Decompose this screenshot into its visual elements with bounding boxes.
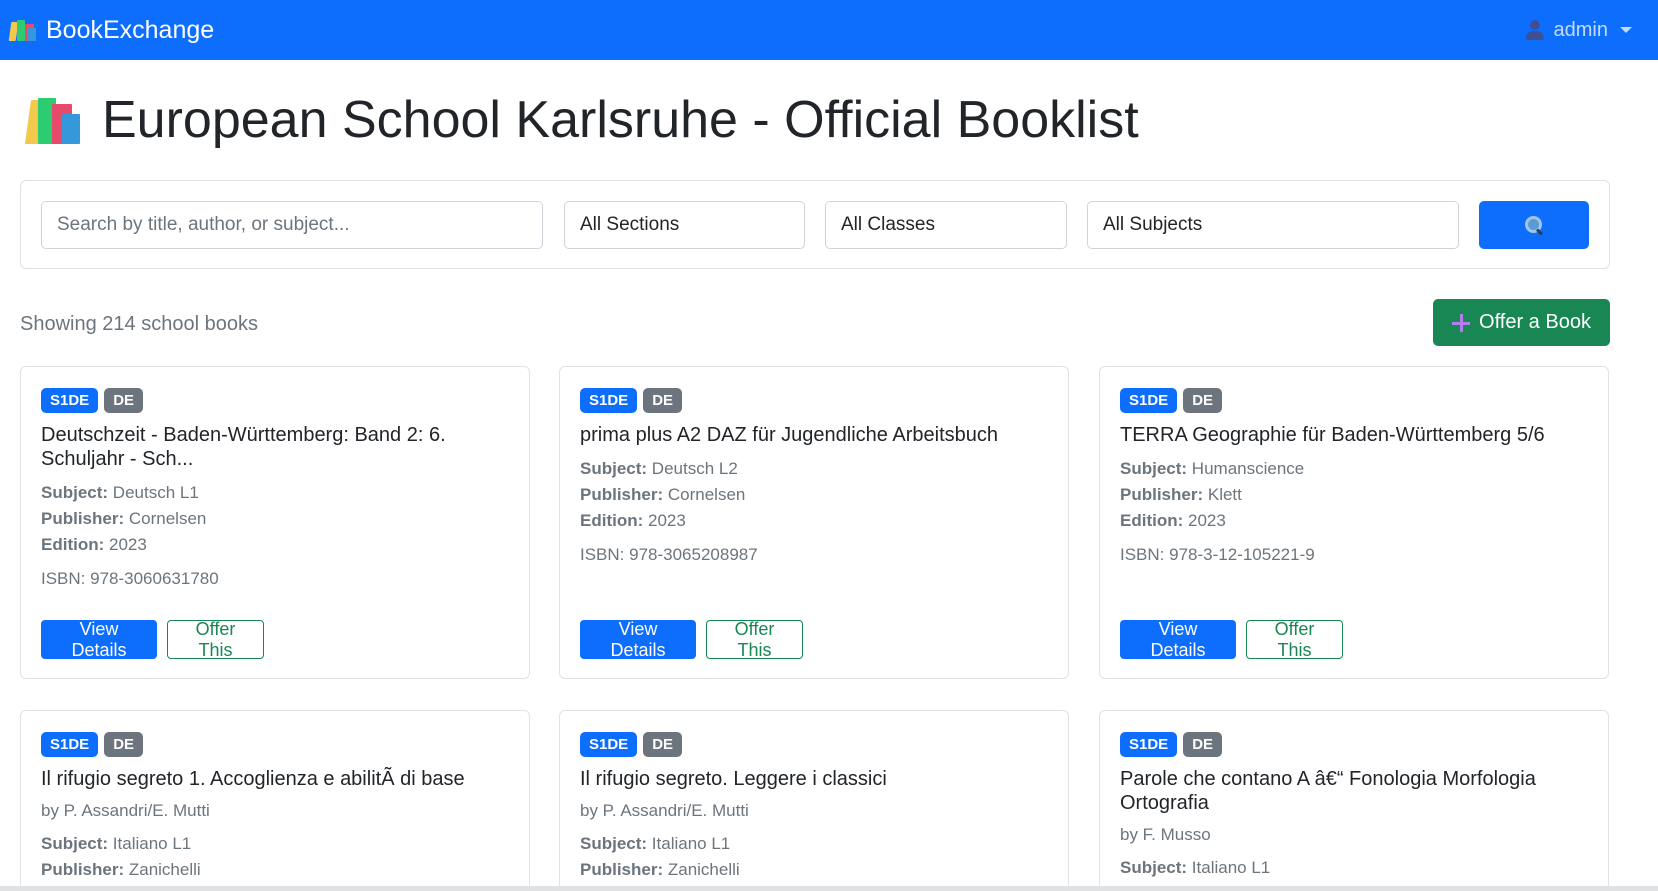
books-icon: [24, 96, 80, 144]
book-subject: Subject: Deutsch L2: [580, 459, 738, 478]
search-input[interactable]: [41, 201, 543, 249]
page-title-text: European School Karlsruhe - Official Boo…: [102, 91, 1139, 149]
book-card: S1DE DE Il rifugio segreto. Leggere i cl…: [559, 710, 1069, 891]
plus-icon: [1452, 313, 1471, 332]
book-publisher: Publisher: Zanichelli: [41, 860, 201, 879]
page-title: European School Karlsruhe - Official Boo…: [24, 90, 1139, 150]
language-badge: DE: [104, 388, 144, 413]
language-badge: DE: [1183, 732, 1223, 757]
section-badge: S1DE: [580, 388, 638, 413]
book-card: S1DE DE Parole che contano A â€“ Fonolog…: [1099, 710, 1609, 891]
class-select-value: All Classes: [841, 214, 935, 235]
section-badge: S1DE: [1120, 732, 1178, 757]
book-publisher: Publisher: Cornelsen: [41, 509, 207, 528]
book-card: S1DE DE TERRA Geographie für Baden-Württ…: [1099, 366, 1609, 679]
book-title: Il rifugio segreto. Leggere i classici: [580, 768, 887, 790]
results-count: Showing 214 school books: [20, 313, 258, 335]
book-title: Parole che contano A â€“ Fonologia Morfo…: [1120, 768, 1536, 814]
offer-a-book-label: Offer a Book: [1479, 311, 1591, 333]
book-publisher: Publisher: Klett: [1120, 485, 1242, 504]
language-badge: DE: [643, 388, 683, 413]
book-edition: Edition: 2023: [41, 535, 147, 554]
book-title: TERRA Geographie für Baden-Württemberg 5…: [1120, 424, 1545, 446]
section-badge: S1DE: [41, 732, 99, 757]
book-card: S1DE DE prima plus A2 DAZ für Jugendlich…: [559, 366, 1069, 679]
book-subject: Subject: Italiano L1: [1120, 858, 1271, 877]
books-icon: [8, 19, 36, 41]
offer-this-button[interactable]: Offer This: [167, 619, 264, 660]
book-edition: Edition: 2023: [1120, 511, 1226, 530]
book-author: by F. Musso: [1120, 825, 1211, 844]
book-title: prima plus A2 DAZ für Jugendliche Arbeit…: [580, 424, 998, 446]
offer-a-book-button[interactable]: Offer a Book: [1433, 299, 1610, 346]
view-details-button[interactable]: View Details: [1120, 619, 1236, 660]
language-badge: DE: [1183, 388, 1223, 413]
navbar: BookExchange admin: [0, 0, 1658, 60]
book-isbn: ISBN: 978-3-12-105221-9: [1120, 545, 1315, 564]
class-select[interactable]: All Classes: [825, 201, 1067, 249]
book-subject: Subject: Italiano L1: [41, 834, 192, 853]
magnifier-icon: [1525, 216, 1543, 234]
book-card: S1DE DE Deutschzeit - Baden-Württemberg:…: [20, 366, 530, 679]
book-title: Il rifugio segreto 1. Accoglienza e abil…: [41, 768, 465, 790]
book-card: S1DE DE Il rifugio segreto 1. Accoglienz…: [20, 710, 530, 891]
book-publisher: Publisher: Zanichelli: [580, 860, 740, 879]
user-name: admin: [1553, 18, 1608, 41]
section-badge: S1DE: [1120, 388, 1178, 413]
book-isbn: ISBN: 978-3060631780: [41, 569, 219, 588]
book-author: by P. Assandri/E. Mutti: [580, 801, 749, 820]
caret-down-icon: [1620, 27, 1632, 33]
book-subject: Subject: Italiano L1: [580, 834, 731, 853]
section-select[interactable]: All Sections: [564, 201, 805, 249]
book-publisher: Publisher: Cornelsen: [580, 485, 746, 504]
brand-link[interactable]: BookExchange: [8, 15, 215, 45]
section-badge: S1DE: [41, 388, 99, 413]
book-subject: Subject: Deutsch L1: [41, 483, 199, 502]
view-details-button[interactable]: View Details: [41, 619, 157, 660]
book-isbn: ISBN: 978-3065208987: [580, 545, 758, 564]
subject-select-value: All Subjects: [1103, 214, 1203, 235]
filter-card: All Sections All Classes All Subjects: [20, 180, 1610, 269]
window-bottom-edge: [0, 886, 1658, 891]
book-subject: Subject: Humanscience: [1120, 459, 1305, 478]
book-author: by P. Assandri/E. Mutti: [41, 801, 210, 820]
book-title: Deutschzeit - Baden-Württemberg: Band 2:…: [41, 424, 446, 470]
brand-name: BookExchange: [46, 15, 215, 44]
book-edition: Edition: 2023: [580, 511, 686, 530]
section-select-value: All Sections: [580, 214, 680, 235]
user-icon: [1525, 20, 1545, 40]
section-badge: S1DE: [580, 732, 638, 757]
user-menu-dropdown[interactable]: admin: [1525, 19, 1632, 42]
offer-this-button[interactable]: Offer This: [706, 619, 803, 660]
offer-this-button[interactable]: Offer This: [1246, 619, 1343, 660]
language-badge: DE: [643, 732, 683, 757]
language-badge: DE: [104, 732, 144, 757]
view-details-button[interactable]: View Details: [580, 619, 696, 660]
search-button[interactable]: [1479, 201, 1589, 249]
subject-select[interactable]: All Subjects: [1087, 201, 1459, 249]
